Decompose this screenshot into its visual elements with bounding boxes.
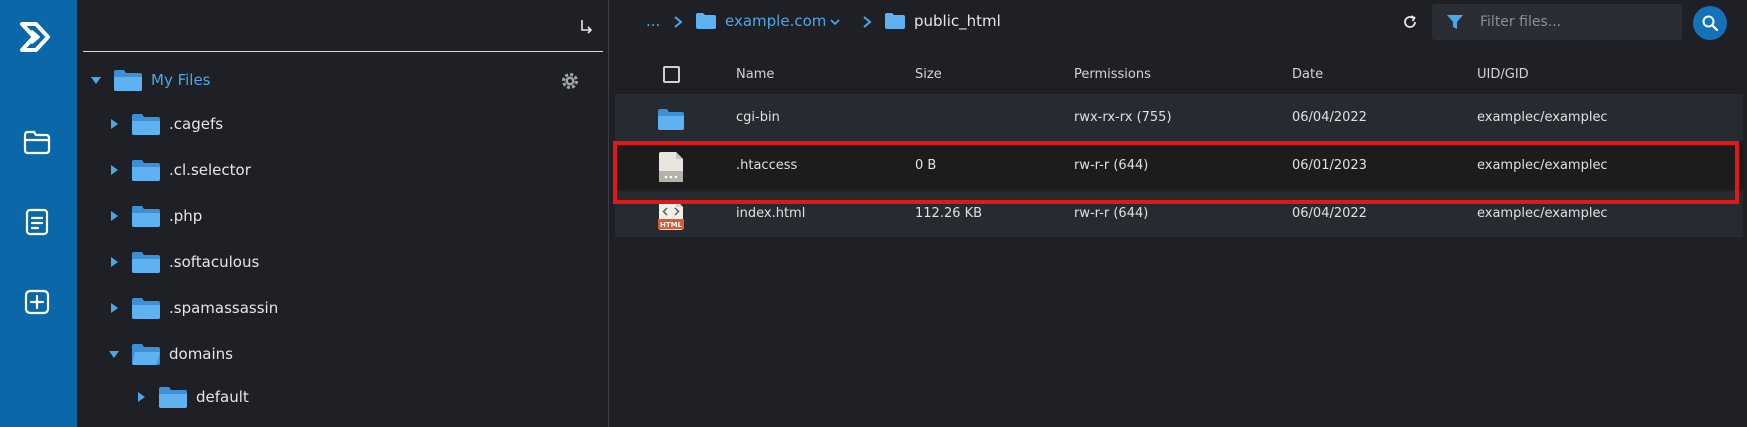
app-rail	[0, 0, 77, 427]
table-header: Name Size Permissions Date UID/GID	[615, 55, 1743, 95]
tree-item-label: .cl.selector	[169, 161, 251, 179]
tree-item-label: .cagefs	[169, 115, 224, 133]
tree-item-domains[interactable]: domains	[107, 334, 233, 374]
cell-name[interactable]: .htaccess	[736, 158, 797, 173]
folder-icon	[159, 387, 187, 408]
cell-uidgid: examplec/examplec	[1477, 206, 1608, 221]
files-icon[interactable]	[22, 127, 52, 157]
tree-item-label: default	[196, 388, 249, 406]
select-all-checkbox[interactable]	[663, 66, 680, 83]
add-icon[interactable]	[22, 287, 52, 317]
cell-name[interactable]: cgi-bin	[736, 110, 780, 125]
cell-date: 06/01/2023	[1292, 158, 1367, 173]
tree-item-label: .softaculous	[169, 253, 260, 271]
folder-icon	[885, 13, 905, 29]
cell-date: 06/04/2022	[1292, 110, 1367, 125]
caret-right-icon[interactable]	[107, 209, 121, 223]
table-row[interactable]: cgi-bin rwx-rx-rx (755) 06/04/2022 examp…	[615, 95, 1743, 143]
file-list-panel: ... example.com public_html Name Size Pe…	[609, 0, 1747, 427]
folder-icon	[132, 206, 160, 227]
search-icon	[1702, 15, 1719, 32]
folder-tree-panel: My Files .cagefs .cl.selector .php .soft…	[77, 0, 609, 427]
caret-right-icon[interactable]	[107, 117, 121, 131]
search-button[interactable]	[1693, 6, 1727, 40]
tree-item-cagefs[interactable]: .cagefs	[107, 104, 223, 144]
refresh-icon[interactable]	[1401, 13, 1419, 31]
tree-item-softaculous[interactable]: .softaculous	[107, 242, 259, 282]
breadcrumb-domain[interactable]: example.com	[725, 12, 826, 30]
tree-item-default[interactable]: default	[134, 377, 249, 417]
chevron-right-icon	[863, 16, 872, 28]
cell-permissions: rw-r-r (644)	[1074, 158, 1149, 173]
folder-icon	[696, 13, 716, 29]
tree-toolbar	[83, 0, 603, 52]
cell-size: 0 B	[915, 158, 937, 173]
app-logo-icon[interactable]	[18, 18, 56, 56]
table-row[interactable]: HTML index.html 112.26 KB rw-r-r (644) 0…	[615, 191, 1743, 239]
caret-right-icon[interactable]	[107, 301, 121, 315]
tree-root-label: My Files	[151, 71, 211, 89]
tree-item-label: .spamassassin	[169, 299, 279, 317]
folder-icon	[658, 109, 684, 130]
cell-size: 112.26 KB	[915, 206, 983, 221]
chevron-down-icon[interactable]	[830, 18, 840, 26]
cell-uidgid: examplec/examplec	[1477, 110, 1608, 125]
cell-uidgid: examplec/examplec	[1477, 158, 1608, 173]
tree-root-my-files[interactable]: My Files	[89, 60, 211, 100]
cell-date: 06/04/2022	[1292, 206, 1367, 221]
caret-down-icon[interactable]	[89, 73, 103, 87]
file-icon	[659, 152, 683, 182]
chevron-right-icon	[674, 16, 683, 28]
folder-icon	[132, 114, 160, 135]
column-header-size[interactable]: Size	[915, 67, 942, 82]
collapse-tree-icon[interactable]	[577, 18, 595, 36]
column-header-uidgid[interactable]: UID/GID	[1477, 67, 1529, 82]
gear-icon[interactable]	[560, 71, 580, 91]
filter-icon	[1447, 15, 1463, 29]
tree-item-label: .php	[169, 207, 203, 225]
folder-icon	[114, 70, 142, 91]
folder-icon	[132, 160, 160, 181]
cell-permissions: rwx-rx-rx (755)	[1074, 110, 1172, 125]
filter-input[interactable]	[1480, 14, 1660, 30]
column-header-date[interactable]: Date	[1292, 67, 1323, 82]
html-file-icon: HTML	[658, 200, 684, 230]
cell-name[interactable]: index.html	[736, 206, 805, 221]
caret-down-icon[interactable]	[107, 347, 121, 361]
folder-open-icon	[132, 344, 160, 365]
column-header-name[interactable]: Name	[736, 67, 774, 82]
tree-item-cl-selector[interactable]: .cl.selector	[107, 150, 251, 190]
tree-item-label: domains	[169, 345, 233, 363]
tree-item-php[interactable]: .php	[107, 196, 202, 236]
folder-icon	[132, 298, 160, 319]
folder-icon	[132, 252, 160, 273]
caret-right-icon[interactable]	[107, 163, 121, 177]
document-icon[interactable]	[22, 207, 52, 237]
file-table: Name Size Permissions Date UID/GID cgi-b…	[615, 55, 1743, 239]
column-header-permissions[interactable]: Permissions	[1074, 67, 1151, 82]
caret-right-icon[interactable]	[107, 255, 121, 269]
html-badge-text: HTML	[660, 221, 683, 229]
breadcrumb-current: public_html	[914, 12, 1001, 30]
tree-item-spamassassin[interactable]: .spamassassin	[107, 288, 278, 328]
breadcrumb-ellipsis[interactable]: ...	[646, 12, 660, 30]
filter-box	[1432, 4, 1682, 40]
caret-right-icon[interactable]	[134, 390, 148, 404]
cell-permissions: rw-r-r (644)	[1074, 206, 1149, 221]
table-row[interactable]: .htaccess 0 B rw-r-r (644) 06/01/2023 ex…	[615, 143, 1743, 191]
